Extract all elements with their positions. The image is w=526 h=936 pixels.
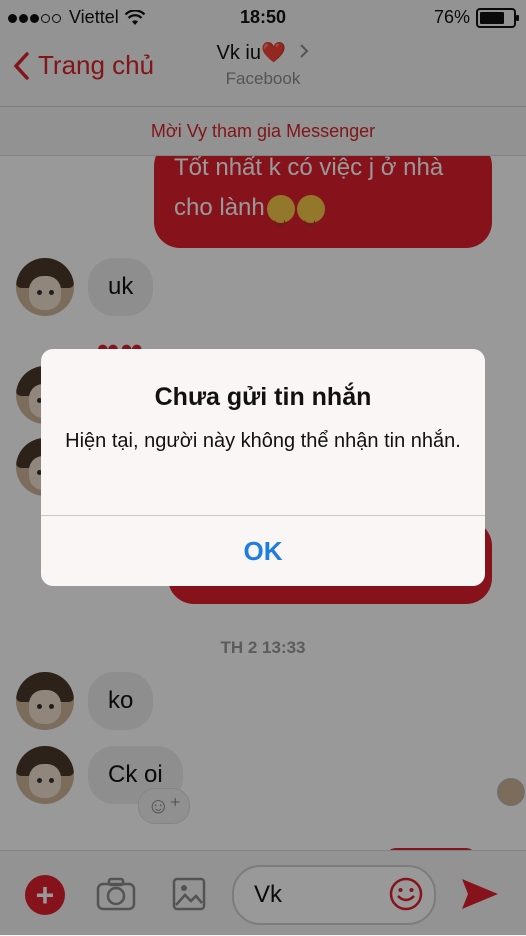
alert-message: Hiện tại, người này không thể nhận tin n… xyxy=(65,430,461,452)
ok-button[interactable]: OK xyxy=(41,516,485,586)
alert-title: Chưa gửi tin nhắn xyxy=(154,383,372,411)
alert-dialog: Chưa gửi tin nhắn Hiện tại, người này kh… xyxy=(41,349,485,586)
